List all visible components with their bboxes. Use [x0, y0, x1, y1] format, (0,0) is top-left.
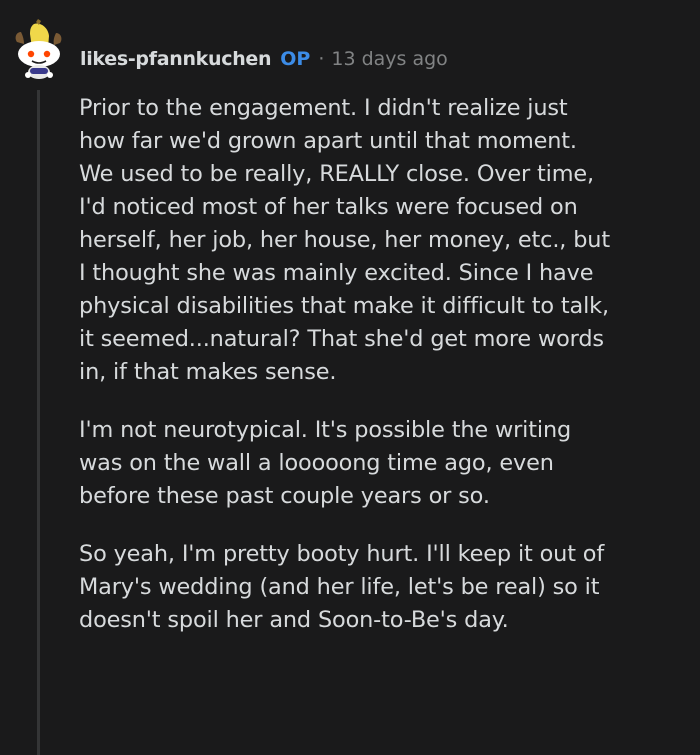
text-line: I'd noticed most of her talks were focus…	[79, 194, 578, 220]
comment: likes-pfannkuchen OP · 13 days ago Prior…	[0, 0, 700, 755]
text-line: it seemed...natural? That she'd get more…	[79, 326, 604, 352]
text-line: I'm not neurotypical. It's possible the …	[79, 417, 572, 443]
meta-separator: ·	[318, 48, 325, 70]
author-username[interactable]: likes-pfannkuchen	[80, 44, 272, 74]
comment-paragraph: Prior to the engagement. I didn't realiz…	[79, 92, 691, 389]
text-line: We used to be really, REALLY close. Over…	[79, 161, 594, 187]
text-line: Prior to the engagement. I didn't realiz…	[79, 95, 568, 121]
text-line: in, if that makes sense.	[79, 359, 337, 385]
text-line: Mary's wedding (and her life, let's be r…	[79, 574, 600, 600]
text-line: how far we'd grown apart until that mome…	[79, 128, 577, 154]
text-line: before these past couple years or so.	[79, 483, 490, 509]
comment-paragraph: I'm not neurotypical. It's possible the …	[79, 414, 691, 513]
thread-collapse-line[interactable]	[37, 90, 40, 755]
op-badge: OP	[280, 48, 311, 70]
comment-body: Prior to the engagement. I didn't realiz…	[79, 92, 691, 662]
text-line: I thought she was mainly excited. Since …	[79, 260, 594, 286]
snoo-banana-avatar-icon[interactable]	[8, 18, 70, 80]
comment-paragraph: So yeah, I'm pretty booty hurt. I'll kee…	[79, 538, 691, 637]
text-line: physical disabilities that make it diffi…	[79, 293, 609, 319]
text-line: herself, her job, her house, her money, …	[79, 227, 610, 253]
text-line: So yeah, I'm pretty booty hurt. I'll kee…	[79, 541, 605, 567]
text-line: was on the wall a looooong time ago, eve…	[79, 450, 554, 476]
comment-meta: likes-pfannkuchen OP · 13 days ago	[80, 44, 448, 74]
text-line: doesn't spoil her and Soon-to-Be's day.	[79, 607, 509, 633]
comment-timestamp[interactable]: 13 days ago	[331, 44, 447, 74]
